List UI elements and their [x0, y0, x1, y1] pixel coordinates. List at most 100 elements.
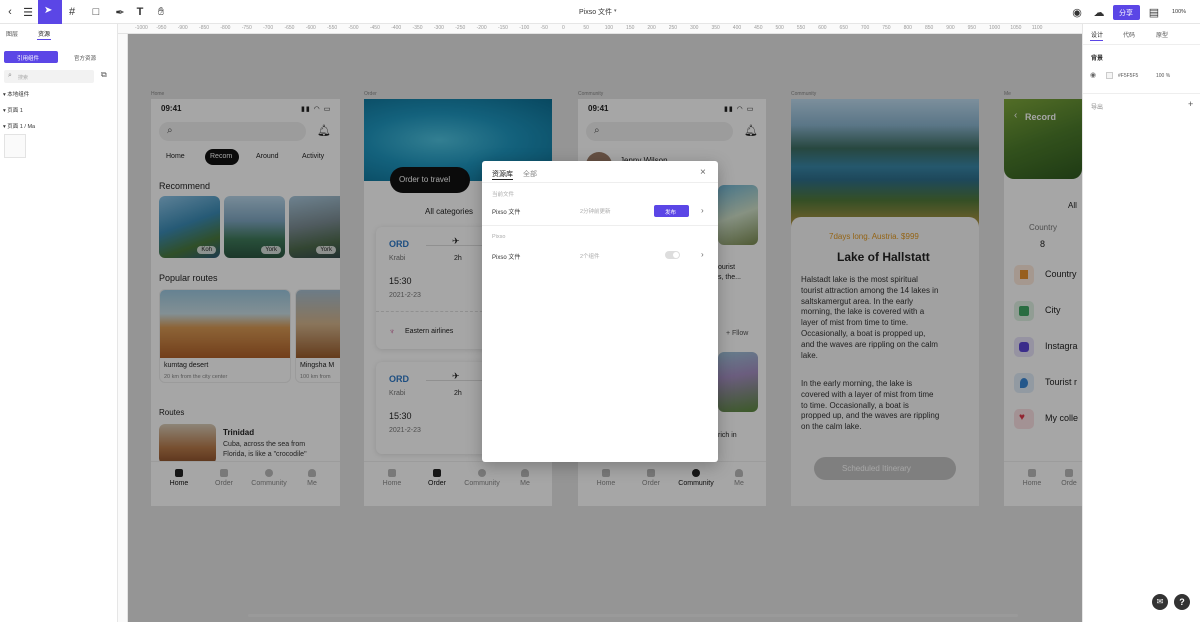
move-tool-button[interactable]: ➤ — [38, 0, 62, 24]
asset-search-placeholder: 搜索 — [18, 75, 29, 81]
ruler-tick: -550 — [327, 25, 338, 31]
ruler-tick: 250 — [668, 25, 678, 31]
ruler-tick: -600 — [305, 25, 316, 31]
ruler-tick: -800 — [220, 25, 231, 31]
chat-icon[interactable]: ✉ — [1152, 594, 1168, 610]
ruler-tick: -650 — [284, 25, 295, 31]
referenced-components-label: 引用组件 — [17, 56, 40, 62]
ruler-tick: 200 — [647, 25, 656, 31]
ruler-tick: 1000 — [989, 25, 1001, 31]
background-swatch[interactable] — [1106, 72, 1113, 79]
text-tool-icon[interactable]: T — [133, 3, 147, 21]
official-resources-tab[interactable]: 官方资源 — [74, 54, 96, 62]
background-opacity[interactable]: 100 % — [1156, 73, 1170, 79]
ruler-tick: -700 — [263, 25, 274, 31]
cloud-icon[interactable]: ☁ — [1092, 3, 1106, 21]
right-panel: 设计 代码 原型 背景 ◉ #F5F5F5 100 % 导出 + — [1082, 24, 1200, 622]
ruler-tick: 900 — [946, 25, 955, 31]
ruler-tick: -400 — [391, 25, 402, 31]
ruler-tick: 400 — [732, 25, 742, 31]
ruler-tick: 850 — [924, 25, 934, 31]
document-title[interactable]: Pixso 文件 — [579, 7, 612, 17]
ruler-tick: -50 — [540, 25, 548, 31]
asset-search[interactable]: ⌕ 搜索 — [4, 70, 94, 83]
tree-label: 本地组件 — [7, 92, 30, 98]
ruler-tick: 600 — [818, 25, 827, 31]
ruler-tick: 700 — [860, 25, 870, 31]
library-modal: 资源库 全部 × 当前文件 Pixso 文件 2分钟前更新 发布 › Pixso… — [482, 161, 718, 462]
ruler-tick: 350 — [711, 25, 720, 31]
background-hex[interactable]: #F5F5F5 — [1118, 73, 1138, 79]
chevron-right-icon[interactable]: › — [701, 250, 704, 259]
modal-divider — [482, 225, 718, 226]
ruler-tick: -100 — [519, 25, 530, 31]
tab-underline — [1090, 40, 1103, 41]
ruler-tick: 950 — [967, 25, 976, 31]
close-icon[interactable]: × — [700, 167, 706, 178]
export-label: 导出 — [1091, 105, 1104, 111]
section-current-file: 当前文件 — [492, 192, 515, 198]
enable-toggle[interactable] — [665, 251, 680, 259]
publish-button[interactable]: 发布 — [654, 205, 689, 217]
tab-underline — [492, 179, 513, 180]
tab-code[interactable]: 代码 — [1123, 30, 1135, 39]
tab-layers[interactable]: 图层 — [6, 29, 18, 38]
top-toolbar: ‹ ☰ ➤ # □ ✒ T ✋︎ Pixso 文件 ▾ ◉ ☁ 分享 ▤ 100… — [0, 0, 1200, 24]
ruler-tick: 650 — [839, 25, 848, 31]
tree-local-components[interactable]: ▾ 本地组件 — [3, 90, 29, 98]
library-icon[interactable]: ⧉ — [101, 70, 107, 80]
ruler-tick: -150 — [497, 25, 508, 31]
row-file-meta: 2分钟前更新 — [580, 209, 611, 215]
left-panel: 图层 资源 引用组件 官方资源 ⌕ 搜索 ⧉ ▾ 本地组件 ▾ 页面 1 ▾ 页… — [0, 24, 118, 622]
present-icon[interactable]: ◉ — [1070, 3, 1084, 21]
tree-label: 页面 1 / Ma — [7, 124, 36, 130]
publish-label: 发布 — [665, 210, 677, 216]
tab-prototype[interactable]: 原型 — [1156, 30, 1168, 39]
ruler-tick: -900 — [177, 25, 188, 31]
top-ruler: -1000 -950 -900 -850 -800 -750 -700 -650 -600 -55… — [118, 24, 1082, 34]
share-button[interactable]: 分享 — [1113, 5, 1140, 20]
panel-divider — [1083, 93, 1200, 94]
ruler-tick: -350 — [412, 25, 423, 31]
tab-library[interactable]: 资源库 — [492, 169, 513, 179]
tree-page-1-ma[interactable]: ▾ 页面 1 / Ma — [3, 122, 35, 130]
chevron-right-icon[interactable]: › — [701, 206, 704, 215]
tree-page-1[interactable]: ▾ 页面 1 — [3, 106, 23, 114]
modal-divider — [482, 182, 718, 183]
frame-tool-icon[interactable]: # — [64, 3, 80, 21]
hand-tool-icon[interactable]: ✋︎ — [154, 3, 168, 21]
referenced-components-button[interactable]: 引用组件 — [4, 51, 58, 63]
rectangle-tool-icon[interactable]: □ — [88, 3, 104, 21]
ruler-tick: 750 — [882, 25, 891, 31]
ruler-tick: -450 — [369, 25, 380, 31]
ruler-tick: 300 — [690, 25, 699, 31]
tab-underline — [37, 39, 51, 40]
ruler-tick: -300 — [433, 25, 444, 31]
ruler-tick: 500 — [775, 25, 784, 31]
ruler-tick: 100 — [604, 25, 614, 31]
tab-assets[interactable]: 资源 — [38, 29, 50, 38]
ruler-tick: -500 — [348, 25, 359, 31]
add-export-icon[interactable]: + — [1188, 99, 1193, 109]
tab-design[interactable]: 设计 — [1091, 30, 1103, 39]
help-icon[interactable]: ? — [1174, 594, 1190, 610]
ruler-tick: 1050 — [1010, 25, 1022, 31]
eye-icon[interactable]: ◉ — [1090, 71, 1096, 79]
component-thumbnail[interactable] — [4, 134, 26, 158]
horizontal-scrollbar[interactable] — [248, 614, 1018, 617]
search-icon: ⌕ — [8, 72, 12, 79]
title-dropdown-icon[interactable]: ▾ — [614, 8, 617, 14]
left-ruler — [118, 34, 128, 622]
layout-icon[interactable]: ▤ — [1147, 3, 1161, 21]
row-file-meta: 2个组件 — [580, 254, 600, 260]
pen-tool-icon[interactable]: ✒ — [112, 3, 128, 21]
menu-icon[interactable]: ☰ — [20, 3, 36, 21]
row-file-name: Pixso 文件 — [492, 255, 521, 261]
ruler-tick: 0 — [562, 25, 565, 31]
ruler-tick: 800 — [903, 25, 912, 31]
tab-all[interactable]: 全部 — [523, 169, 537, 179]
back-icon[interactable]: ‹ — [3, 3, 17, 21]
row-file-name: Pixso 文件 — [492, 210, 521, 216]
tree-label: 页面 1 — [7, 108, 23, 114]
zoom-level[interactable]: 100% — [1172, 9, 1186, 15]
